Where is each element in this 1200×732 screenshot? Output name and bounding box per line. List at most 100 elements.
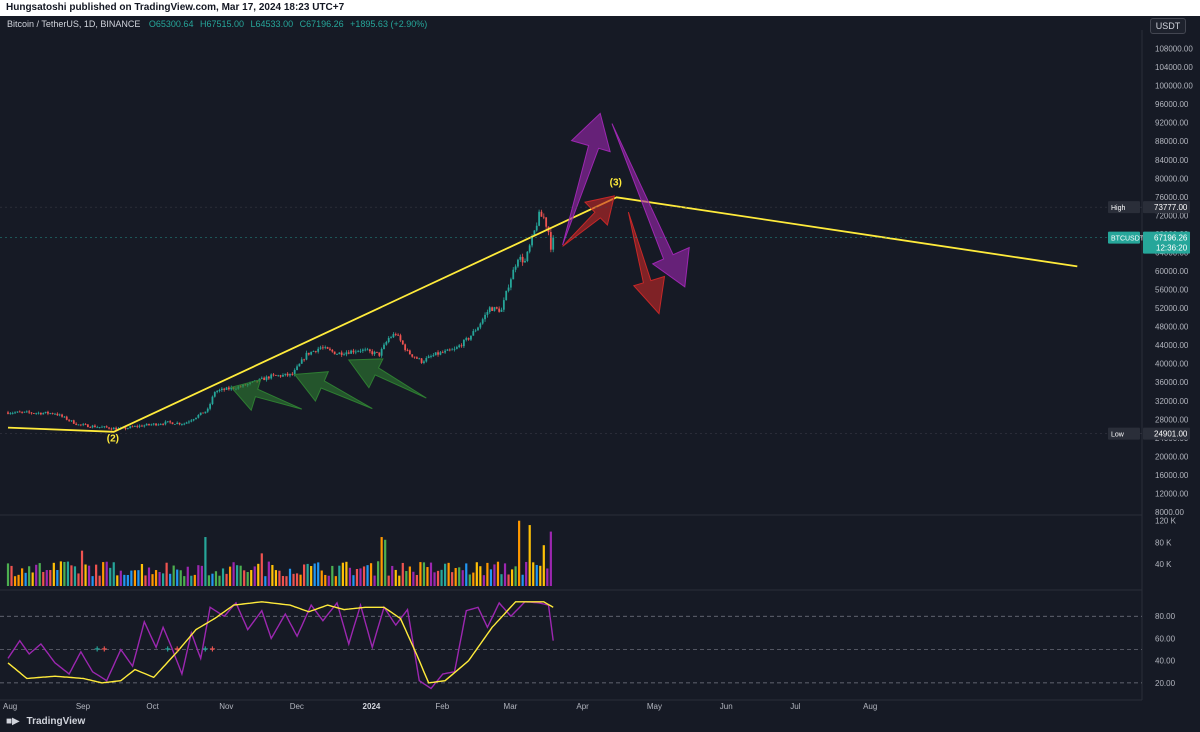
candle-body xyxy=(394,334,397,335)
price-tick-label: 108000.00 xyxy=(1155,45,1193,54)
volume-bar xyxy=(91,576,94,586)
candle-body xyxy=(441,352,444,354)
candle-body xyxy=(72,420,75,424)
candle-body xyxy=(364,349,367,351)
candle-body xyxy=(446,349,449,351)
candle-body xyxy=(176,422,179,425)
volume-bar xyxy=(539,565,542,586)
candle-body xyxy=(98,426,101,428)
volume-bar xyxy=(140,564,144,586)
stoch-tick-label: 20.00 xyxy=(1155,679,1176,688)
volume-bar xyxy=(377,561,380,586)
candle-body xyxy=(204,411,207,414)
candle-body xyxy=(202,412,204,414)
time-tick-label: Jun xyxy=(720,702,733,711)
candle-body xyxy=(89,427,92,428)
currency-button[interactable]: USDT xyxy=(1150,18,1186,34)
candle-body xyxy=(190,420,193,422)
volume-bar xyxy=(126,574,129,586)
volume-bar xyxy=(429,562,433,586)
volume-bar xyxy=(419,562,422,586)
price-tick-label: 20000.00 xyxy=(1155,452,1189,461)
price-tick-label: 56000.00 xyxy=(1155,286,1189,295)
candle-body xyxy=(277,375,280,377)
candle-body xyxy=(465,338,468,340)
candle-body xyxy=(185,422,188,424)
candle-body xyxy=(51,413,54,414)
candle-body xyxy=(96,427,99,428)
volume-bar xyxy=(193,574,196,586)
price-tick-label: 28000.00 xyxy=(1155,415,1189,424)
volume-bar xyxy=(211,573,214,586)
candle-body xyxy=(82,424,85,426)
stoch-tick-label: 40.00 xyxy=(1155,657,1176,666)
candle-body xyxy=(115,427,117,430)
volume-bar xyxy=(458,567,461,586)
candle-body xyxy=(265,376,268,381)
volume-bar xyxy=(236,565,239,586)
candle-body xyxy=(108,427,110,429)
candle-body xyxy=(138,425,141,427)
candle-body xyxy=(61,414,63,417)
volume-bar xyxy=(338,565,341,586)
candle-body xyxy=(58,414,61,416)
volume-bar xyxy=(6,563,10,586)
candle-body xyxy=(77,424,80,426)
volume-bar xyxy=(183,576,186,586)
stoch-tick-label: 60.00 xyxy=(1155,634,1176,643)
candle-body xyxy=(28,411,31,413)
volume-bar xyxy=(348,567,352,586)
candle-body xyxy=(322,347,324,349)
volume-bar xyxy=(288,568,292,586)
time-tick-label: Sep xyxy=(76,702,91,711)
candle-body xyxy=(472,331,475,336)
price-tick-label: 36000.00 xyxy=(1155,378,1189,387)
candle-body xyxy=(25,411,28,413)
volume-bar xyxy=(306,563,309,586)
candle-body xyxy=(528,245,531,252)
candle-body xyxy=(159,424,162,425)
marker-countdown: 12:36:20 xyxy=(1156,244,1188,253)
candle-body xyxy=(32,413,35,415)
symbol-legend: Bitcoin / TetherUS, 1D, BINANCE O65300.6… xyxy=(7,19,431,29)
candle-body xyxy=(260,377,263,379)
volume-bar xyxy=(310,566,313,586)
volume-bar xyxy=(394,569,397,586)
candle-body xyxy=(460,345,463,347)
volume-bar xyxy=(528,525,531,586)
candle-body xyxy=(474,330,477,332)
volume-bar xyxy=(186,566,189,586)
ohlc-close: C67196.26 xyxy=(299,19,344,29)
candle-body xyxy=(319,347,322,349)
candle-body xyxy=(524,260,526,263)
candle-body xyxy=(143,425,146,427)
volume-bar xyxy=(317,562,320,586)
candle-body xyxy=(345,352,348,355)
chart-canvas[interactable]: 108000.00 104000.00 100000.00 96000.00 92000… xyxy=(0,0,1200,732)
ohlc-open: O65300.64 xyxy=(148,19,194,29)
volume-bar xyxy=(436,570,440,586)
candle-body xyxy=(371,351,374,355)
candle-body xyxy=(514,266,517,270)
candle-body xyxy=(9,413,12,415)
candle-body xyxy=(263,377,266,381)
volume-bar xyxy=(327,575,330,586)
candle-body xyxy=(211,396,214,405)
volume-bar xyxy=(408,566,411,586)
volume-bar xyxy=(250,570,253,586)
volume-bar xyxy=(66,561,70,586)
candle-body xyxy=(30,412,33,414)
volume-bar xyxy=(510,569,514,586)
volume-bar xyxy=(105,561,108,586)
green-projection-arrow xyxy=(293,371,373,410)
volume-bar xyxy=(447,562,450,586)
purple-projection-arrow xyxy=(611,123,690,288)
publish-header: Hungsatoshi published on TradingView.com… xyxy=(0,0,1200,16)
time-tick-label: Nov xyxy=(219,702,233,711)
price-tick-label: 84000.00 xyxy=(1155,156,1189,165)
candle-body xyxy=(347,352,350,354)
candle-body xyxy=(84,424,87,426)
candle-body xyxy=(467,338,470,340)
volume-bar xyxy=(17,574,20,586)
candle-body xyxy=(432,355,435,357)
